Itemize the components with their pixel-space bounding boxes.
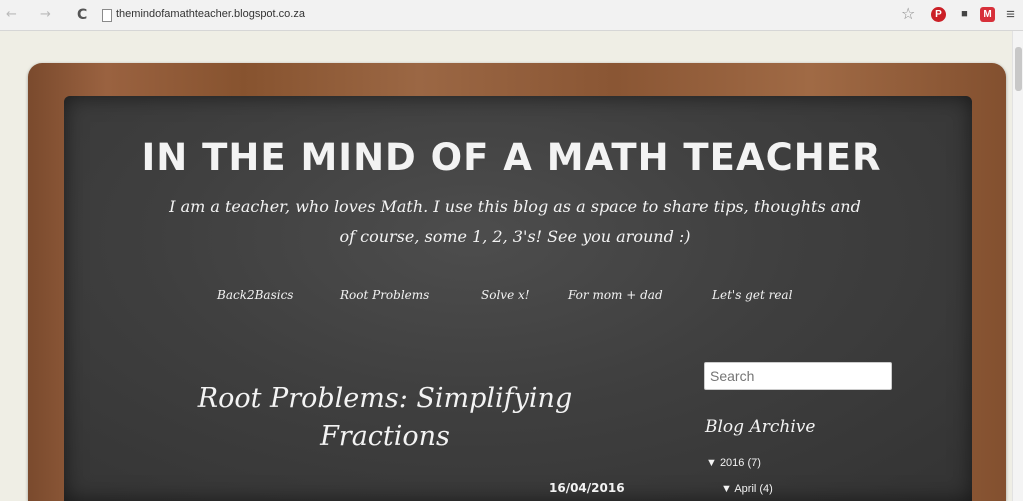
scrollbar-thumb[interactable] [1015,47,1022,91]
pinterest-extension-icon[interactable]: P [931,7,946,22]
extension-red-icon[interactable]: M [980,7,995,22]
forward-arrow-icon[interactable]: → [40,7,51,23]
extension-icon[interactable]: ■ [957,7,972,22]
browser-toolbar: ← → C themindofamathteacher.blogspot.co.… [0,0,1023,31]
post-title[interactable]: Root Problems: Simplifying Fractions [165,380,605,456]
nav-link-solve-x[interactable]: Solve x! [481,288,530,302]
address-bar[interactable]: themindofamathteacher.blogspot.co.za [116,8,305,20]
nav-link-for-mom-dad[interactable]: For mom + dad [568,288,663,302]
nav-link-root-problems[interactable]: Root Problems [340,288,429,302]
blog-title[interactable]: IN THE MIND OF A MATH TEACHER [0,136,1023,179]
menu-icon[interactable]: ≡ [1003,7,1018,22]
back-arrow-icon[interactable]: ← [6,7,17,23]
page-icon [102,9,112,22]
post-date: 16/04/2016 [549,481,625,495]
bookmark-star-icon[interactable]: ☆ [901,6,915,22]
vertical-scrollbar[interactable] [1012,31,1023,501]
blog-description: I am a teacher, who loves Math. I use th… [169,197,861,246]
archive-month-april[interactable]: ▼ April (4) [721,483,773,495]
nav-link-back2basics[interactable]: Back2Basics [217,288,293,302]
nav-link-lets-get-real[interactable]: Let's get real [712,288,792,302]
search-input[interactable] [704,362,892,390]
archive-heading: Blog Archive [705,417,816,437]
reload-icon[interactable]: C [77,7,87,23]
archive-year-2016[interactable]: ▼ 2016 (7) [706,457,761,469]
